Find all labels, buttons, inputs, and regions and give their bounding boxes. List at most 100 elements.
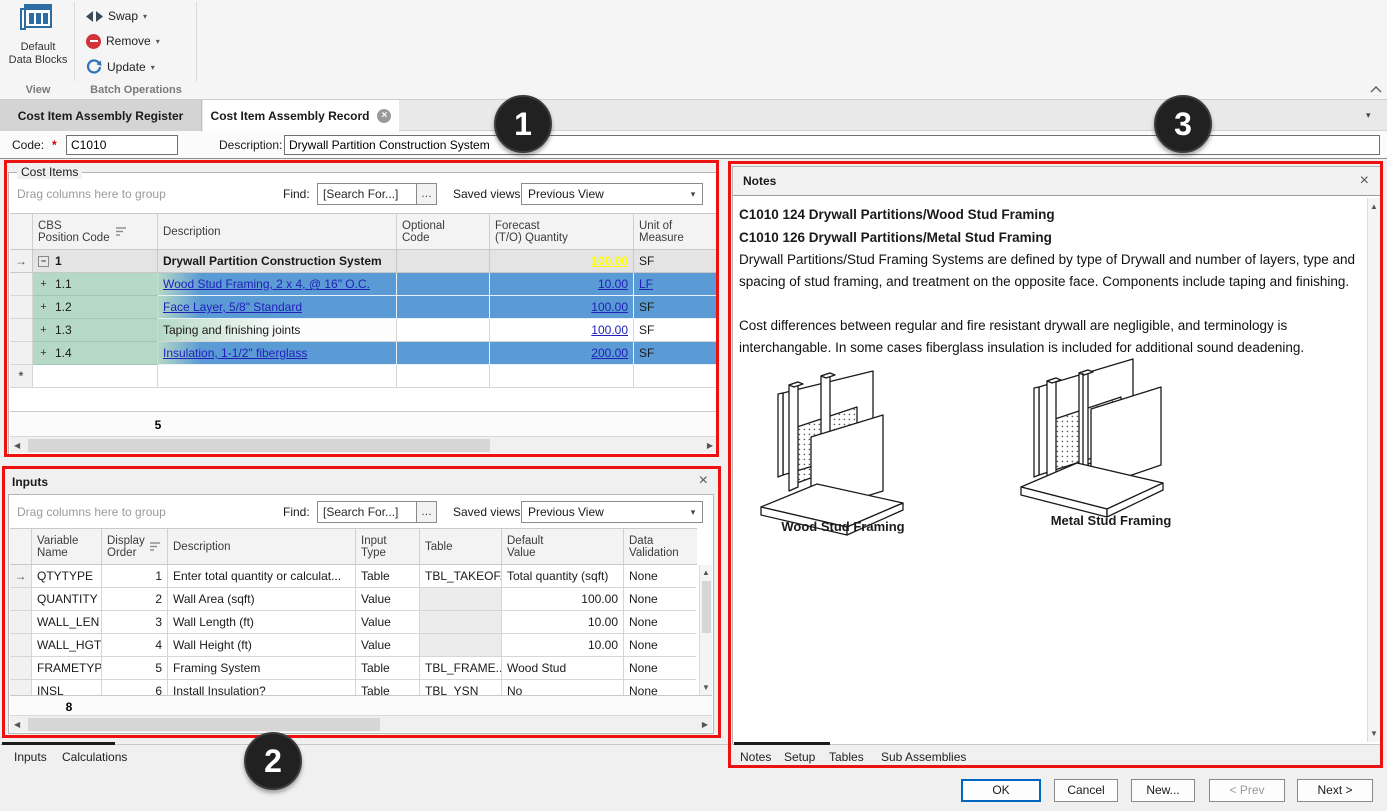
cost-items-panel: Cost Items Drag columns here to group Fi… [8, 172, 719, 455]
column-header-unit-of-measure[interactable]: Unit of Measure [634, 214, 717, 249]
wood-stud-framing-figure [753, 363, 913, 538]
cost-items-footer: 5 [10, 411, 717, 438]
scroll-right-icon[interactable]: ▶ [702, 720, 708, 729]
scrollbar-thumb[interactable] [28, 439, 490, 452]
expand-icon[interactable]: + [38, 348, 49, 359]
tab-setup[interactable]: Setup [784, 750, 815, 764]
column-header-data-validation[interactable]: Data Validation [624, 529, 696, 564]
notes-title: Notes [743, 174, 776, 188]
column-header-description[interactable]: Description [168, 529, 356, 564]
table-row[interactable]: FRAMETYPE 5 Framing System Table TBL_FRA… [10, 657, 697, 680]
uom-link[interactable]: LF [639, 277, 653, 291]
remove-button[interactable]: Remove ▾ [86, 31, 160, 51]
inputs-search-input[interactable]: [Search For...] … [317, 501, 437, 523]
cost-items-header-row: CBS Position Code Description Optional C… [10, 213, 717, 250]
ok-button[interactable]: OK [961, 779, 1041, 802]
forecast-quantity-link[interactable]: 10.00 [598, 277, 628, 291]
next-button[interactable]: Next > [1297, 779, 1373, 802]
note-paragraph: Cost differences between regular and fir… [739, 315, 1359, 359]
table-row[interactable]: +1.3 Taping and finishing joints 100.00 … [10, 319, 717, 342]
column-header-variable-name[interactable]: Variable Name [32, 529, 102, 564]
cost-items-horizontal-scrollbar[interactable]: ◀ ▶ [10, 436, 717, 453]
forecast-quantity-link[interactable]: 100.00 [591, 300, 628, 314]
inputs-horizontal-scrollbar[interactable]: ◀ ▶ [10, 715, 712, 732]
forecast-quantity-link[interactable]: 100.00 [591, 254, 628, 268]
tab-calculations[interactable]: Calculations [62, 750, 127, 764]
scrollbar-thumb[interactable] [28, 718, 380, 731]
inputs-vertical-scrollbar[interactable]: ▲ ▼ [699, 565, 712, 695]
default-data-blocks-button[interactable]: Default Data Blocks [8, 3, 68, 81]
table-row[interactable]: QUANTITY 2 Wall Area (sqft) Value 100.00… [10, 588, 697, 611]
notes-content: C1010 124 Drywall Partitions/Wood Stud F… [739, 203, 1359, 359]
swap-button[interactable]: Swap ▾ [86, 6, 147, 26]
column-header-forecast-quantity[interactable]: Forecast (T/O) Quantity [490, 214, 634, 249]
prev-button[interactable]: < Prev [1209, 779, 1285, 802]
close-tab-icon[interactable]: × [377, 109, 391, 123]
collapse-icon[interactable]: − [38, 256, 49, 267]
forecast-quantity-link[interactable]: 100.00 [591, 323, 628, 337]
forecast-quantity-link[interactable]: 200.00 [591, 346, 628, 360]
scroll-down-icon[interactable]: ▼ [702, 683, 710, 692]
scroll-up-icon[interactable]: ▲ [702, 568, 710, 577]
table-row[interactable]: +1.2 Face Layer, 5/8" Standard 100.00 SF [10, 296, 717, 319]
figure-caption: Wood Stud Framing [753, 519, 933, 534]
cost-items-saved-views-select[interactable]: Previous View ▾ [521, 183, 703, 205]
default-data-blocks-label: Default Data Blocks [8, 41, 68, 67]
cost-item-link[interactable]: Wood Stud Framing, 2 x 4, @ 16" O.C. [163, 277, 370, 291]
new-row[interactable]: * [10, 365, 717, 388]
table-row[interactable]: INSL 6 Install Insulation? Table TBL_YSN… [10, 680, 697, 695]
search-more-button[interactable]: … [416, 502, 436, 522]
tab-list-dropdown-icon[interactable]: ▾ [1366, 110, 1371, 121]
tab-cost-item-assembly-register[interactable]: Cost Item Assembly Register [0, 100, 202, 131]
cost-item-link[interactable]: Face Layer, 5/8" Standard [163, 300, 302, 314]
cost-items-search-input[interactable]: [Search For...] … [317, 183, 437, 205]
note-heading: C1010 126 Drywall Partitions/Metal Stud … [739, 226, 1359, 249]
current-row-icon: → [10, 250, 33, 273]
scroll-right-icon[interactable]: ▶ [707, 441, 713, 450]
scroll-up-icon[interactable]: ▲ [1370, 202, 1378, 211]
column-header-optional-code[interactable]: Optional Code [397, 214, 490, 249]
active-tab-indicator [734, 742, 830, 745]
scrollbar-thumb[interactable] [702, 581, 711, 633]
column-header-input-type[interactable]: Input Type [356, 529, 420, 564]
saved-views-label: Saved views: [453, 505, 524, 519]
description-field[interactable] [284, 135, 1380, 155]
column-header-description[interactable]: Description [158, 214, 397, 249]
chevron-down-icon: ▾ [684, 189, 702, 200]
table-row[interactable]: WALL_LEN 3 Wall Length (ft) Value 10.00 … [10, 611, 697, 634]
tab-notes[interactable]: Notes [740, 750, 771, 764]
scroll-down-icon[interactable]: ▼ [1370, 729, 1378, 738]
notes-vertical-scrollbar[interactable]: ▲ ▼ [1367, 198, 1380, 742]
tab-cost-item-assembly-record[interactable]: Cost Item Assembly Record × [203, 100, 399, 131]
search-more-button[interactable]: … [416, 184, 436, 204]
update-button[interactable]: Update ▾ [86, 57, 155, 77]
column-header-table[interactable]: Table [420, 529, 502, 564]
table-row[interactable]: → −1 Drywall Partition Construction Syst… [10, 250, 717, 273]
inputs-footer: 8 [10, 695, 712, 717]
record-header-form: Code: * Description: [0, 131, 1387, 159]
table-row[interactable]: +1.4 Insulation, 1-1/2" fiberglass 200.0… [10, 342, 717, 365]
table-row[interactable]: → QTYTYPE 1 Enter total quantity or calc… [10, 565, 697, 588]
cost-item-link[interactable]: Insulation, 1-1/2" fiberglass [163, 346, 307, 360]
tab-inputs[interactable]: Inputs [14, 750, 47, 764]
close-icon[interactable]: × [1360, 174, 1369, 188]
code-field[interactable] [66, 135, 178, 155]
document-tab-strip: Cost Item Assembly Register Cost Item As… [0, 100, 1387, 131]
collapse-ribbon-icon[interactable] [1370, 86, 1382, 93]
tab-sub-assemblies[interactable]: Sub Assemblies [881, 750, 966, 764]
close-icon[interactable]: × [699, 474, 708, 488]
column-header-default-value[interactable]: Default Value [502, 529, 624, 564]
column-header-display-order[interactable]: Display Order [102, 529, 168, 564]
inputs-saved-views-select[interactable]: Previous View ▾ [521, 501, 703, 523]
column-header-cbs-position-code[interactable]: CBS Position Code [33, 214, 158, 249]
new-button[interactable]: New... [1131, 779, 1195, 802]
expand-icon[interactable]: + [38, 302, 49, 313]
table-row[interactable]: +1.1 Wood Stud Framing, 2 x 4, @ 16" O.C… [10, 273, 717, 296]
expand-icon[interactable]: + [38, 279, 49, 290]
scroll-left-icon[interactable]: ◀ [14, 441, 20, 450]
cancel-button[interactable]: Cancel [1054, 779, 1118, 802]
table-row[interactable]: WALL_HGT 4 Wall Height (ft) Value 10.00 … [10, 634, 697, 657]
expand-icon[interactable]: + [38, 325, 49, 336]
scroll-left-icon[interactable]: ◀ [14, 720, 20, 729]
tab-tables[interactable]: Tables [829, 750, 864, 764]
